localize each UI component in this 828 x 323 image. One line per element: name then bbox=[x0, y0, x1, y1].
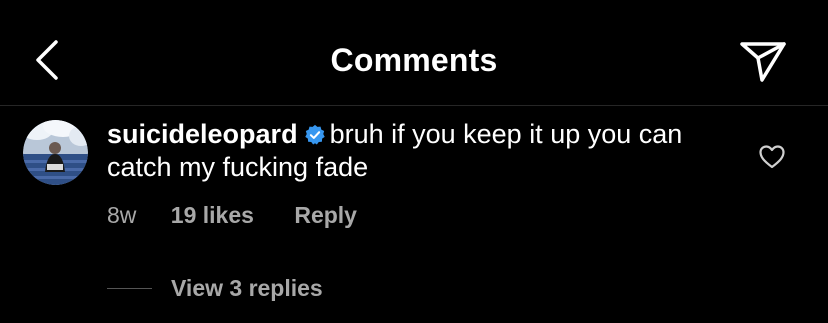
view-replies-label: View 3 replies bbox=[171, 274, 323, 301]
heart-outline-icon bbox=[759, 145, 785, 169]
comment-body: suicideleopard bruh if you keep it up yo… bbox=[107, 118, 727, 184]
comment-likes-count[interactable]: 19 likes bbox=[171, 202, 254, 229]
paper-plane-icon bbox=[740, 42, 786, 82]
avatar-image bbox=[23, 120, 88, 185]
like-button[interactable] bbox=[758, 143, 786, 171]
comments-screen: Comments suicideleopard bruh if you keep… bbox=[0, 0, 828, 323]
avatar[interactable] bbox=[23, 120, 88, 185]
reply-button[interactable]: Reply bbox=[294, 202, 357, 229]
replies-divider-line bbox=[107, 287, 152, 289]
view-replies-button[interactable]: View 3 replies bbox=[107, 274, 323, 302]
comment-username[interactable]: suicideleopard bbox=[107, 119, 298, 149]
header-bar: Comments bbox=[0, 0, 828, 106]
comment-meta: 8w 19 likes Reply bbox=[107, 202, 357, 229]
page-title: Comments bbox=[330, 42, 498, 78]
share-button[interactable] bbox=[738, 38, 788, 84]
comment-timestamp: 8w bbox=[107, 202, 137, 228]
verified-badge-icon bbox=[304, 124, 325, 145]
